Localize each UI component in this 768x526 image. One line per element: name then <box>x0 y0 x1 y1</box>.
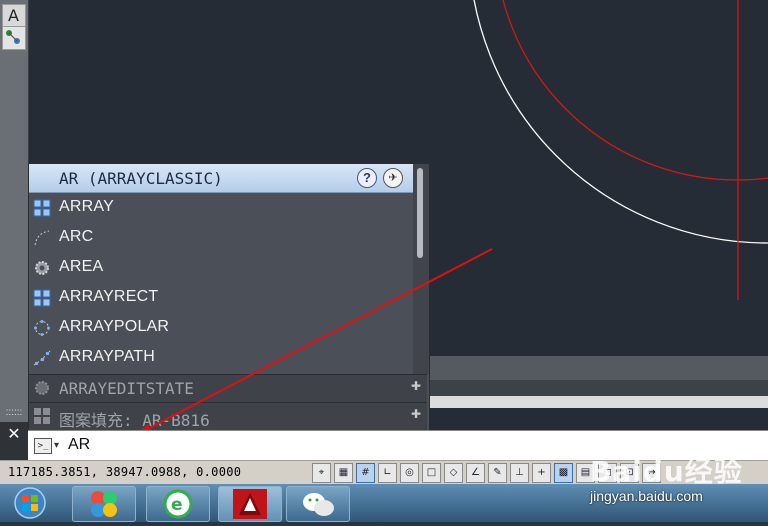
command-prompt-icon[interactable]: >_ <box>34 438 52 454</box>
taskbar-app-wechat[interactable] <box>286 486 350 522</box>
browser-icon: e <box>163 489 193 519</box>
status-toggle-button[interactable]: ◇ <box>444 463 463 483</box>
status-toggle-button[interactable]: ▦ <box>334 463 353 483</box>
svg-text:e: e <box>171 495 183 515</box>
status-toggle-button[interactable]: + <box>532 463 551 483</box>
status-toggle-button[interactable]: ⊥ <box>510 463 529 483</box>
pinwheel-app-icon <box>91 491 117 517</box>
status-toggle-button[interactable]: # <box>356 463 375 483</box>
taskbar-app-autocad[interactable] <box>218 486 282 522</box>
taskbar-app-browser[interactable]: e <box>146 486 210 522</box>
watermark-brand: Baidu经验 <box>590 455 743 488</box>
watermark-url: jingyan.baidu.com <box>590 488 703 504</box>
status-toggle-button[interactable]: □ <box>422 463 441 483</box>
autocad-icon <box>233 489 267 519</box>
chevron-down-icon[interactable]: ▾ <box>54 440 59 451</box>
status-toggle-button[interactable]: ∟ <box>378 463 397 483</box>
windows-logo-icon <box>14 487 46 519</box>
status-toggle-button[interactable]: ✎ <box>488 463 507 483</box>
coordinate-readout: 117185.3851, 38947.0988, 0.0000 <box>8 465 242 479</box>
wechat-icon <box>303 493 334 516</box>
taskbar-app-pinwheel[interactable] <box>72 486 136 522</box>
start-button[interactable] <box>6 486 54 520</box>
status-toggle-button[interactable]: ⌖ <box>312 463 331 483</box>
status-toggle-button[interactable]: ∠ <box>466 463 485 483</box>
status-toggle-button[interactable]: ▩ <box>554 463 573 483</box>
baidu-watermark: Baidu经验 jingyan.baidu.com <box>590 440 768 512</box>
command-input[interactable] <box>68 434 368 456</box>
status-toggle-button[interactable]: ◎ <box>400 463 419 483</box>
